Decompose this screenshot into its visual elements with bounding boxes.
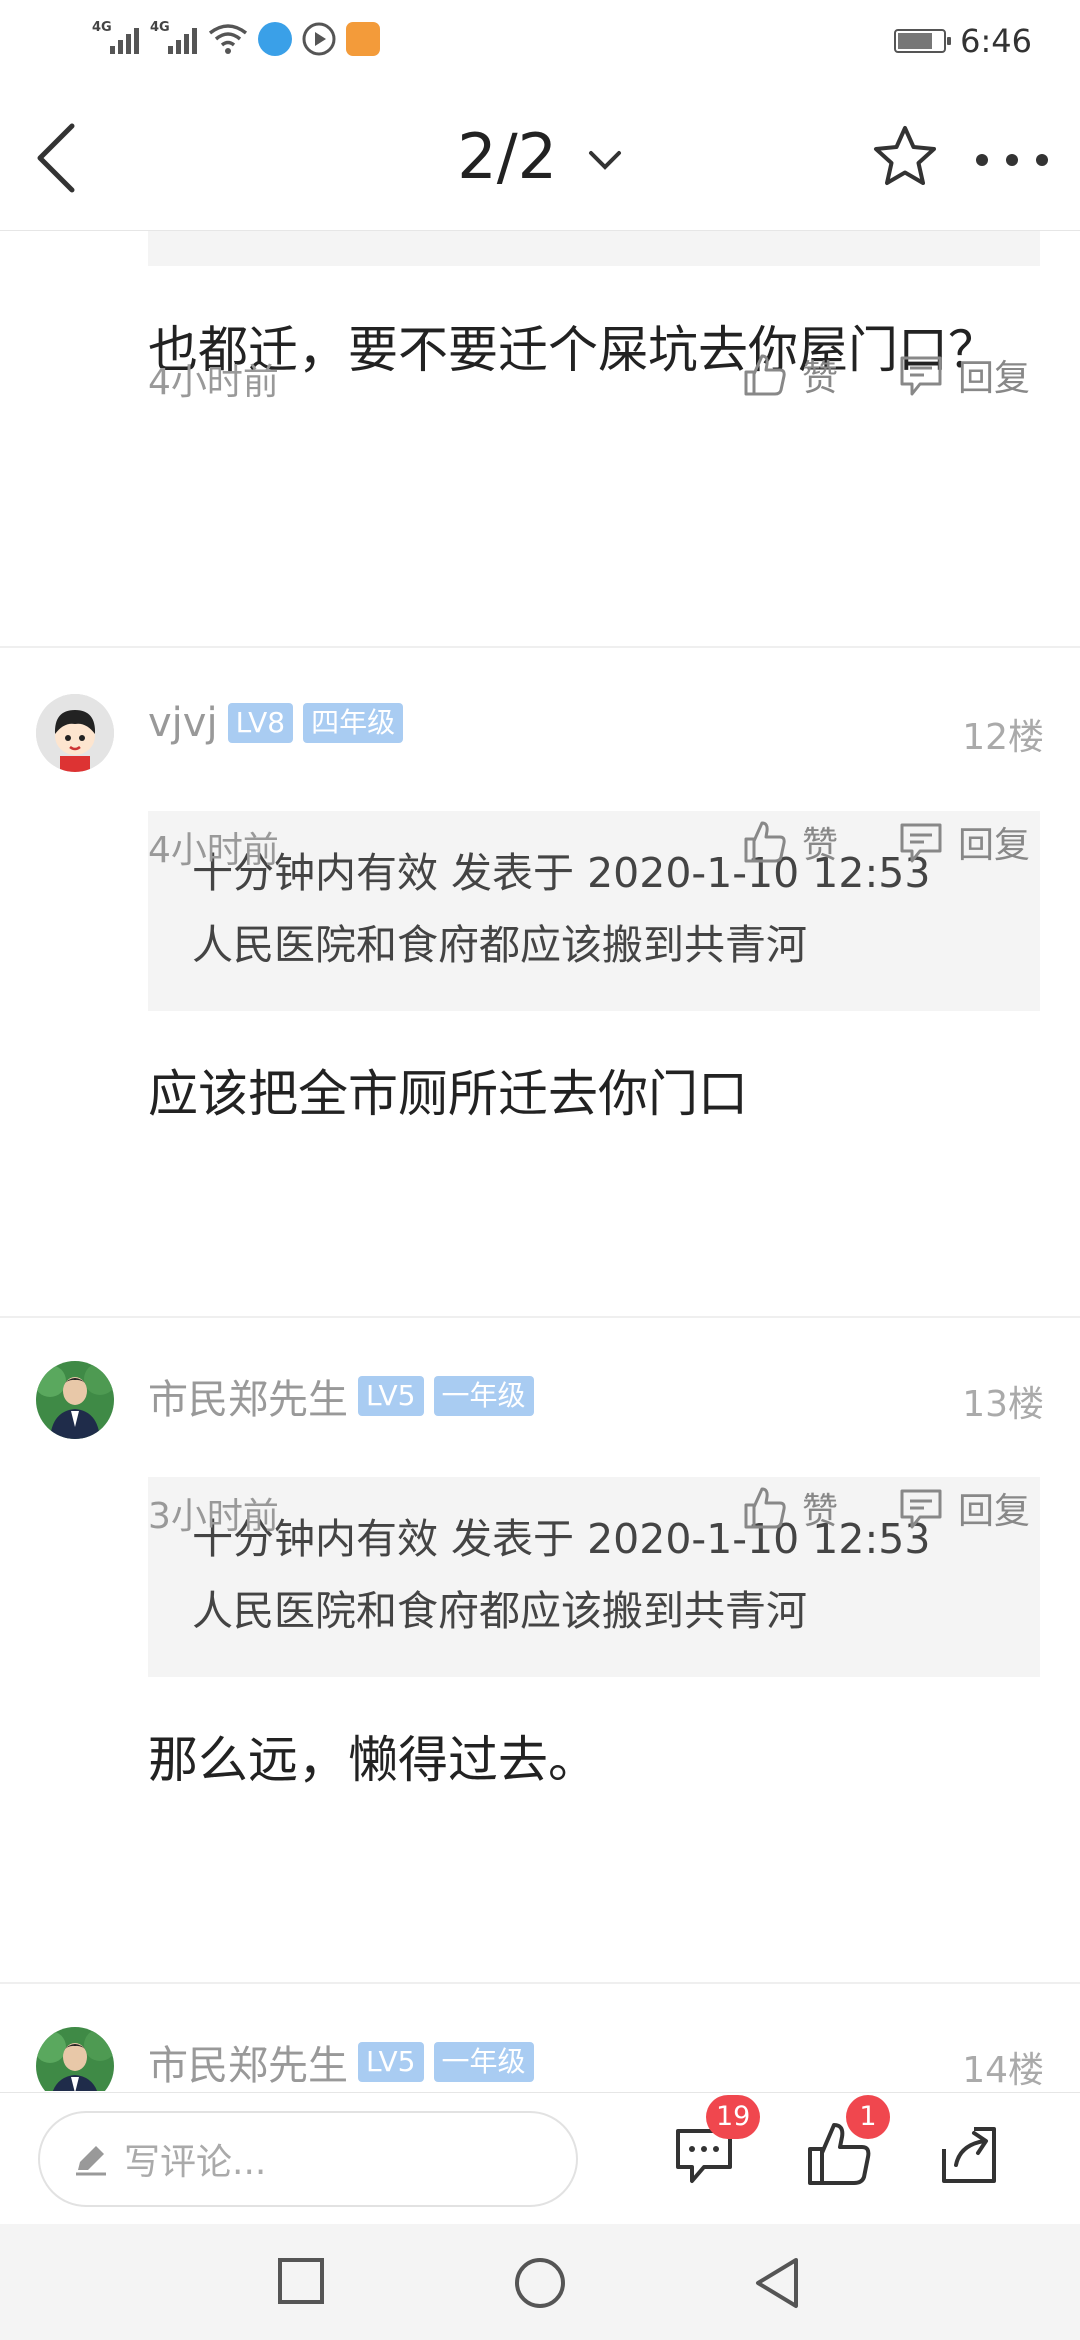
- system-back-icon[interactable]: [752, 2256, 802, 2310]
- like-button[interactable]: 赞: [742, 1482, 838, 1534]
- avatar[interactable]: [36, 694, 114, 772]
- reply-bubble-icon: [900, 1489, 942, 1529]
- bottom-comment-bar: 写评论... 19 1: [0, 2092, 1080, 2225]
- like-post-button[interactable]: 1: [804, 2095, 890, 2191]
- status-bar: 4G 4G 6:46: [0, 0, 1080, 84]
- reply-label: 回复: [958, 358, 1031, 399]
- like-button[interactable]: 赞: [742, 349, 838, 401]
- photo-avatar-icon: [36, 2027, 114, 2091]
- reply-label: 回复: [958, 825, 1031, 866]
- grade-badge: 四年级: [303, 703, 404, 743]
- favorite-star-icon[interactable]: [870, 122, 940, 192]
- recent-apps-icon[interactable]: [276, 2256, 326, 2306]
- floor-number: 12楼: [962, 717, 1044, 758]
- system-navigation-bar: [0, 2224, 1080, 2340]
- username[interactable]: vjvj: [148, 700, 218, 746]
- like-count-badge: 1: [846, 2095, 890, 2139]
- comment-text: 那么远，懒得过去。: [148, 1731, 598, 1789]
- grade-badge: 一年级: [433, 1376, 534, 1416]
- like-button[interactable]: 赞: [742, 816, 838, 868]
- quote-text: 人民医院和食府都应该搬到共青河: [192, 1587, 807, 1635]
- uc-browser-icon: [346, 22, 380, 56]
- signal-icon: 4G: [92, 20, 140, 58]
- like-label: 赞: [802, 1491, 839, 1532]
- more-options-icon[interactable]: [972, 140, 1052, 180]
- like-label: 赞: [802, 358, 839, 399]
- write-comment-input[interactable]: 写评论...: [38, 2111, 578, 2207]
- signal-icon-2: 4G: [150, 20, 198, 58]
- chevron-down-icon: [588, 150, 621, 170]
- level-badge: LV5: [358, 2042, 424, 2082]
- like-label: 赞: [802, 825, 839, 866]
- level-badge: LV8: [227, 703, 294, 743]
- share-button[interactable]: [934, 2119, 1006, 2191]
- top-nav-bar: 2/2: [0, 84, 1080, 231]
- thumbs-up-icon: [744, 821, 786, 863]
- comments-button[interactable]: 19: [670, 2095, 761, 2191]
- photo-avatar-icon: [36, 1361, 114, 1439]
- grade-badge: 一年级: [433, 2042, 534, 2082]
- battery-icon: [894, 29, 952, 53]
- reply-bubble-icon: [900, 356, 942, 396]
- comment-header: vjvj LV8 四年级 12楼: [36, 694, 1044, 774]
- share-icon: [942, 2127, 996, 2183]
- divider: [0, 1982, 1080, 1984]
- pencil-icon: [76, 2146, 106, 2176]
- avatar[interactable]: [36, 1361, 114, 1439]
- avatar[interactable]: [36, 2027, 114, 2091]
- reply-bubble-icon: [900, 823, 942, 863]
- floor-number: 13楼: [962, 1384, 1044, 1425]
- thumbs-up-icon: [744, 1487, 786, 1529]
- reply-button[interactable]: 回复: [898, 349, 1030, 401]
- reply-button[interactable]: 回复: [898, 1482, 1030, 1534]
- level-badge: LV5: [358, 1376, 424, 1416]
- comment-header: 市民郑先生 LV5 一年级 14楼: [36, 2027, 1044, 2091]
- username[interactable]: 市民郑先生: [148, 2033, 348, 2091]
- quote-block-partial: [148, 231, 1040, 266]
- reply-label: 回复: [958, 1491, 1031, 1532]
- comment-time: 4小时前: [148, 362, 279, 403]
- comment-list: 也都迁，要不要迁个屎坑去你屋门口？ 4小时前 赞 回复 vjvj LV8 四年级…: [0, 231, 1080, 2091]
- page-indicator: 2/2: [457, 120, 558, 193]
- comment-text: 应该把全市厕所迁去你门口: [148, 1065, 748, 1123]
- app-notification-icon: [258, 22, 292, 56]
- comment-header: 市民郑先生 LV5 一年级 13楼: [36, 1361, 1044, 1441]
- comment-time: 4小时前: [148, 830, 279, 871]
- play-app-icon: [302, 22, 336, 56]
- thumbs-up-icon: [744, 354, 786, 396]
- reply-button[interactable]: 回复: [898, 816, 1030, 868]
- home-icon[interactable]: [513, 2256, 567, 2310]
- status-time: 6:46: [960, 22, 1032, 60]
- comment-time: 3小时前: [148, 1496, 279, 1537]
- wifi-icon: [208, 24, 248, 54]
- divider: [0, 1316, 1080, 1318]
- quote-text: 人民医院和食府都应该搬到共青河: [192, 921, 807, 969]
- comment-placeholder: 写评论...: [124, 2142, 267, 2183]
- username[interactable]: 市民郑先生: [148, 1367, 348, 1425]
- cartoon-avatar-icon: [36, 694, 114, 772]
- comment-count-badge: 19: [706, 2095, 761, 2139]
- floor-number: 14楼: [962, 2050, 1044, 2091]
- divider: [0, 646, 1080, 648]
